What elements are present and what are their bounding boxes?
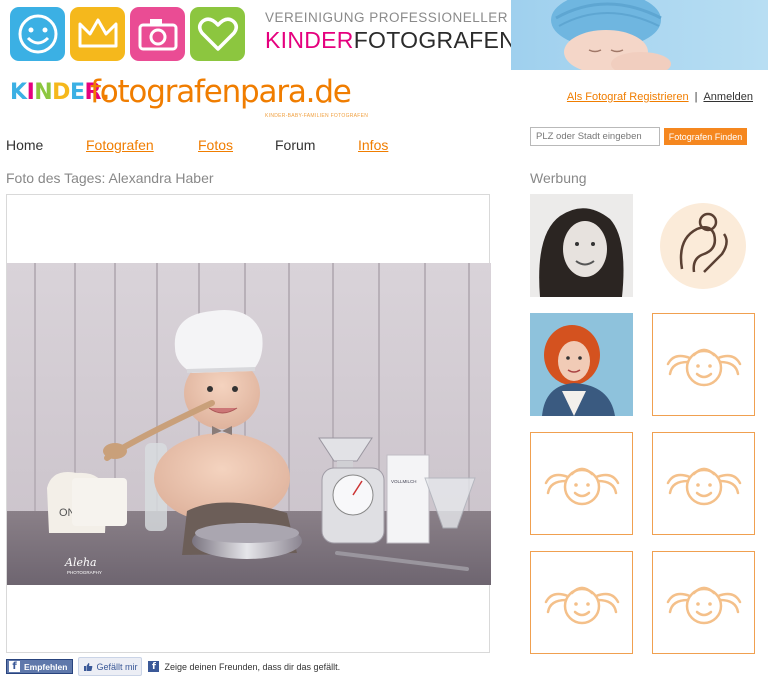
top-banner: VEREINIGUNG PROFESSIONELLER KINDERFOTOGR… — [0, 0, 768, 70]
ad-placeholder-3[interactable] — [652, 432, 755, 535]
site-logo[interactable]: KINDER. fotografenpara.de KINDER-BABY-FA… — [10, 74, 380, 125]
nav-forum[interactable]: Forum — [275, 137, 358, 153]
location-search-input[interactable] — [530, 127, 660, 146]
girl-face-icon — [666, 467, 741, 505]
register-link[interactable]: Als Fotograf Registrieren — [567, 91, 689, 103]
sleeping-baby-banner — [511, 0, 768, 70]
ad-family-logo[interactable] — [652, 194, 755, 297]
photo-of-the-day-image[interactable]: ONS VOLLMILCH Aleha PHOTOGRAPHY — [7, 263, 491, 585]
photographer-search: Fotografen Finden — [530, 127, 747, 146]
like-label: Gefällt mir — [96, 661, 138, 672]
thumbs-up-icon — [84, 662, 93, 671]
ad-photographer-portrait-2[interactable] — [530, 313, 633, 416]
login-link[interactable]: Anmelden — [703, 91, 753, 103]
photo-of-the-day-box: ONS VOLLMILCH Aleha PHOTOGRAPHY — [6, 194, 491, 653]
heart-icon[interactable] — [190, 7, 245, 61]
nav-home[interactable]: Home — [6, 137, 86, 153]
logo-tagline: KINDER-BABY-FAMILIEN FOTOGRAFEN — [265, 113, 369, 119]
association-line2: KINDERFOTOGRAFEN — [265, 27, 516, 54]
camera-icon[interactable] — [130, 7, 185, 61]
facebook-share-button[interactable]: f Empfehlen — [6, 659, 74, 674]
share-label: Empfehlen — [24, 661, 68, 672]
photo-of-the-day-title: Foto des Tages: Alexandra Haber — [6, 170, 214, 186]
ads-title: Werbung — [530, 170, 587, 186]
watermark-sub: PHOTOGRAPHY — [67, 570, 102, 575]
crown-icon[interactable] — [70, 7, 125, 61]
association-line1: VEREINIGUNG PROFESSIONELLER — [265, 10, 509, 25]
auth-separator: | — [694, 91, 698, 103]
girl-face-icon — [666, 348, 741, 386]
facebook-icon: f — [9, 661, 20, 672]
social-bar: f Empfehlen Gefällt mir f Zeige deinen F… — [6, 657, 340, 676]
main-nav: Home Fotografen Fotos Forum Infos — [6, 137, 388, 153]
logo-wordmark: fotografenpara.de — [90, 74, 352, 110]
facebook-like-button[interactable]: Gefällt mir — [78, 657, 143, 676]
girl-face-icon — [544, 467, 619, 505]
facebook-like-text: Zeige deinen Freunden, dass dir das gefä… — [164, 661, 341, 672]
girl-face-icon — [544, 586, 619, 624]
nav-fotos[interactable]: Fotos — [198, 137, 275, 153]
nav-fotografen[interactable]: Fotografen — [86, 137, 198, 153]
girl-face-icon — [666, 586, 741, 624]
ad-placeholder-1[interactable] — [652, 313, 755, 416]
ad-placeholder-2[interactable] — [530, 432, 633, 535]
association-logo[interactable]: VEREINIGUNG PROFESSIONELLER KINDERFOTOGR… — [265, 10, 516, 54]
ad-photographer-portrait-1[interactable] — [530, 194, 633, 297]
category-icons — [10, 7, 245, 61]
association-fotografen: FOTOGRAFEN — [353, 27, 517, 53]
association-kinder: KINDER — [265, 27, 354, 53]
nav-infos[interactable]: Infos — [358, 137, 388, 153]
smiley-face-icon[interactable] — [10, 7, 65, 61]
ad-placeholder-5[interactable] — [652, 551, 755, 654]
facebook-like-info: f Zeige deinen Freunden, dass dir das ge… — [148, 661, 340, 672]
watermark-name: Aleha — [64, 556, 97, 569]
ad-placeholder-4[interactable] — [530, 551, 633, 654]
find-photographers-button[interactable]: Fotografen Finden — [664, 128, 747, 145]
milk-carton-label: VOLLMILCH — [391, 479, 417, 484]
auth-links: Als Fotograf Registrieren | Anmelden — [567, 91, 753, 103]
facebook-small-icon: f — [148, 661, 160, 672]
